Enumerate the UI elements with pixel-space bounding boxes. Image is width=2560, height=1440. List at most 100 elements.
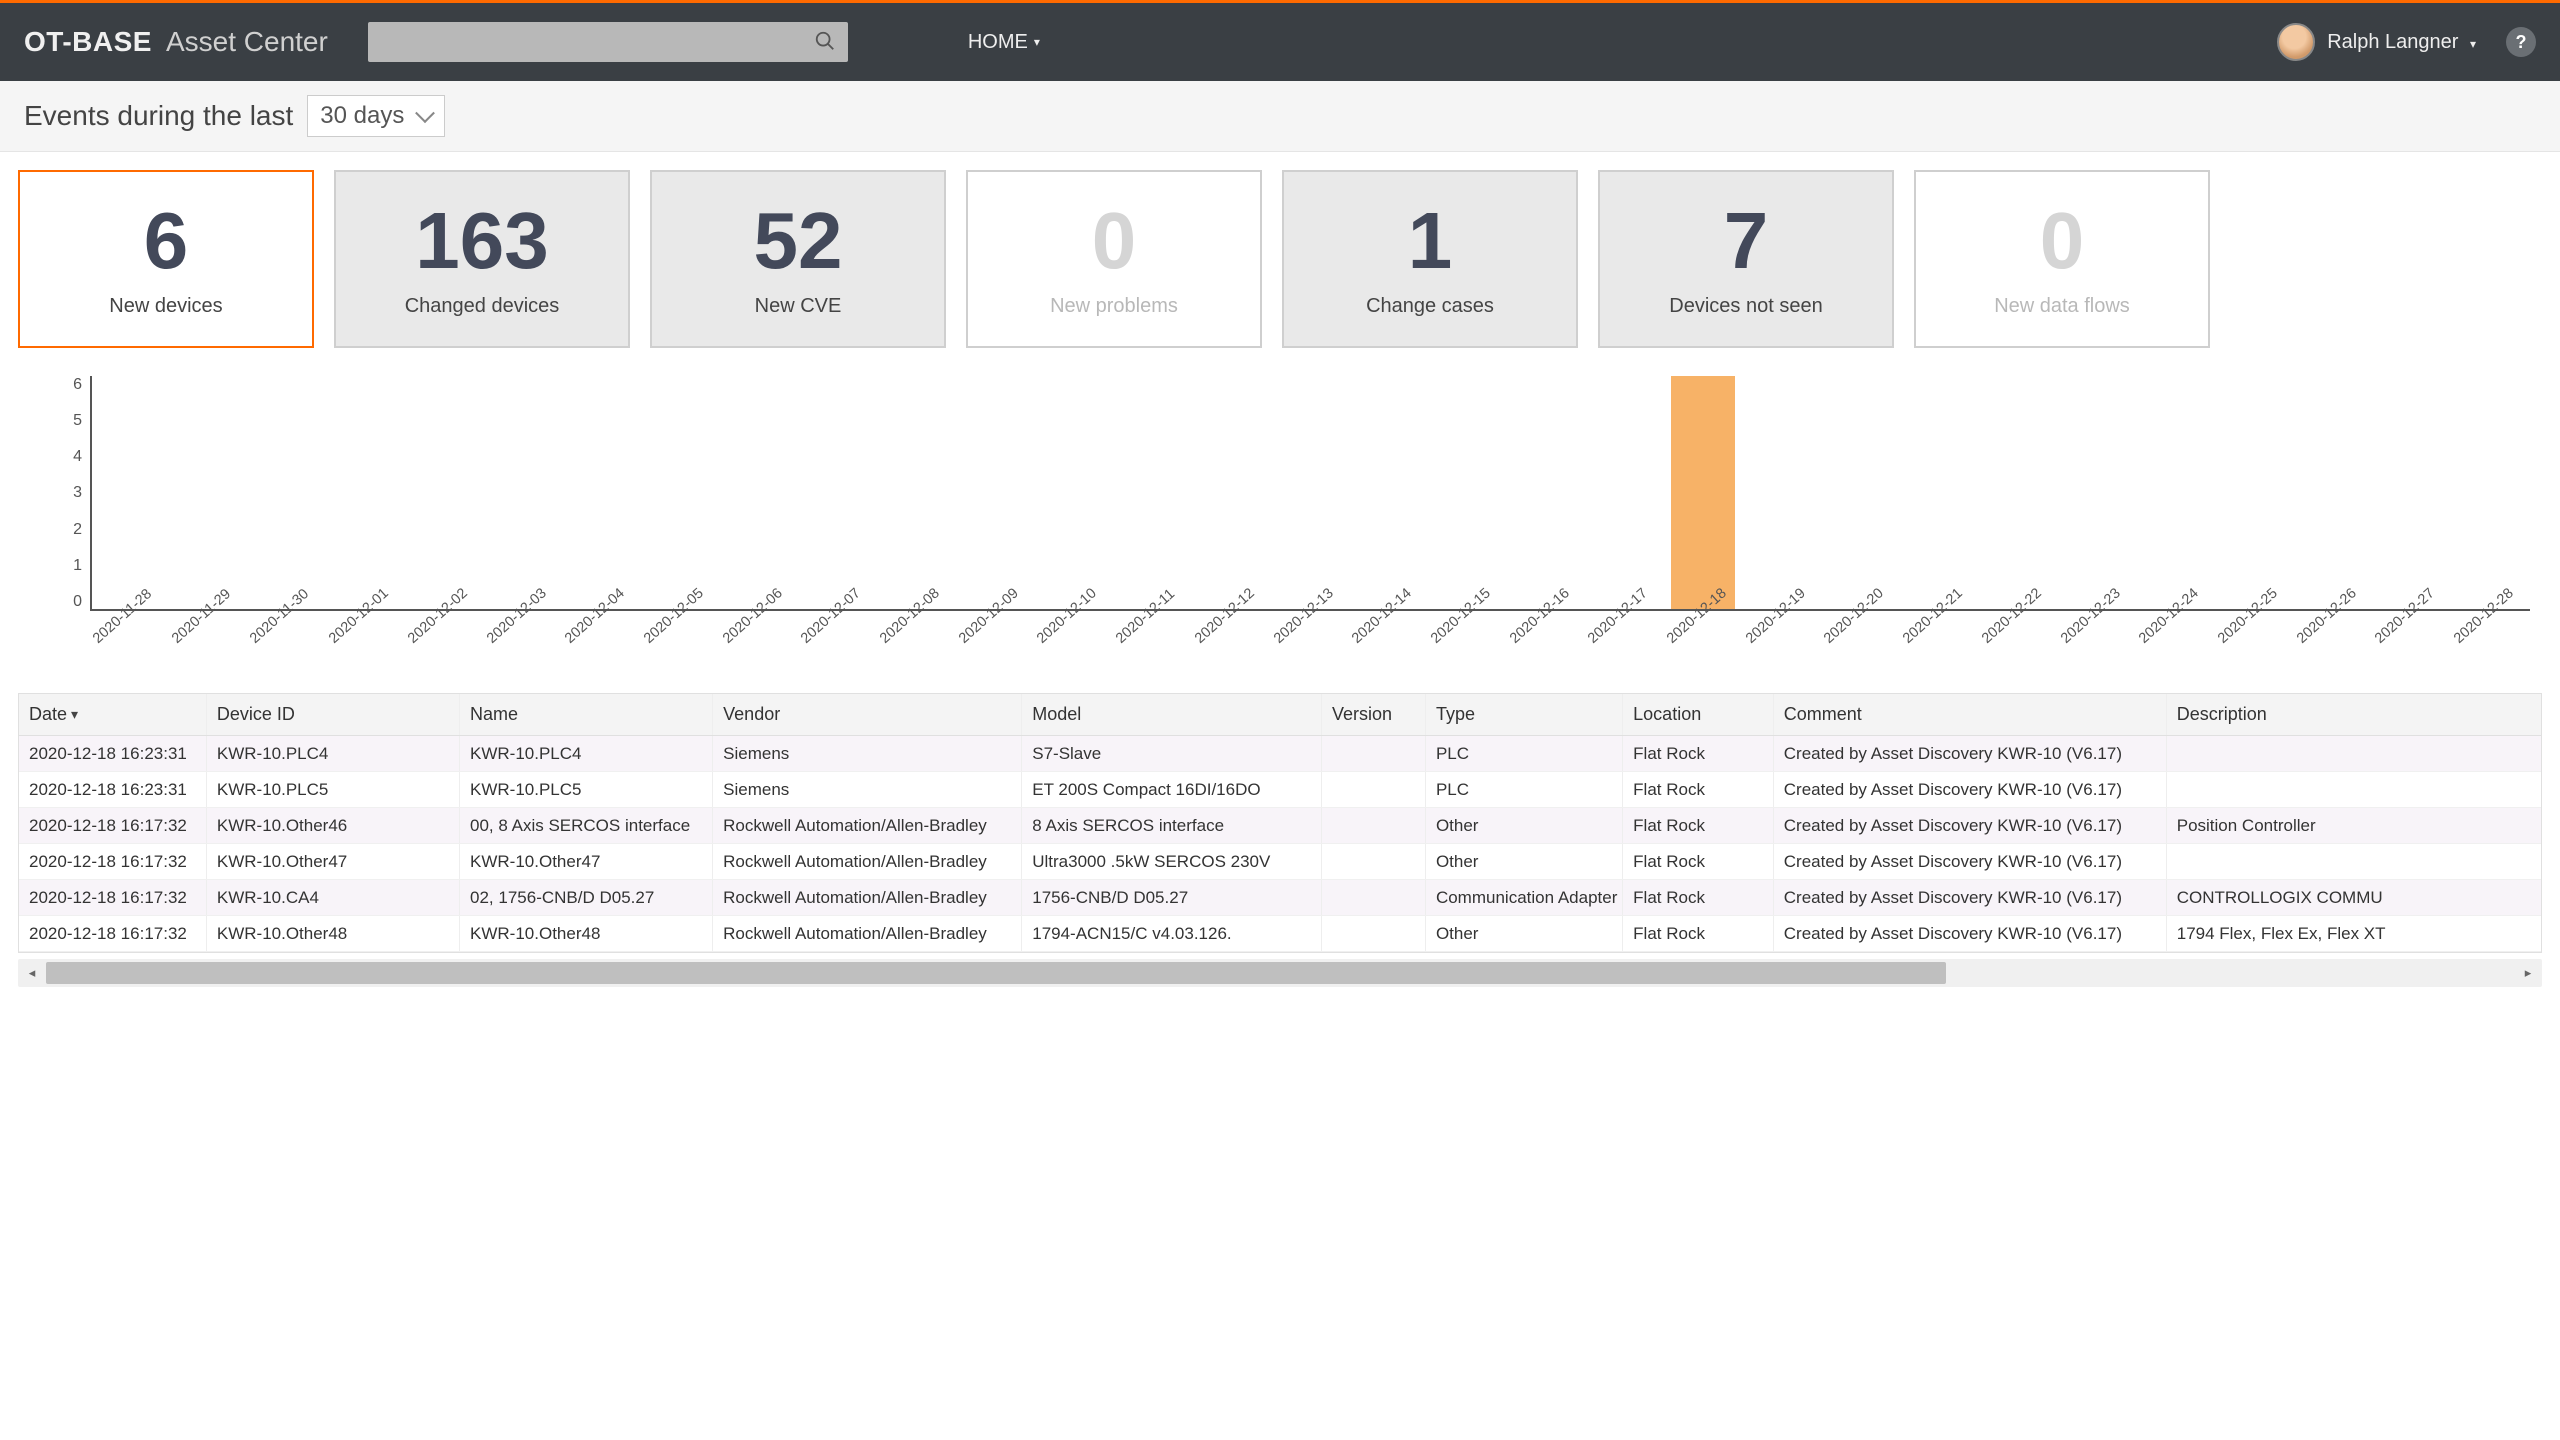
table-row[interactable]: 2020-12-18 16:17:32KWR-10.CA402, 1756-CN… <box>19 880 2541 916</box>
help-icon[interactable]: ? <box>2506 27 2536 57</box>
search-icon[interactable] <box>814 30 838 55</box>
search-input[interactable] <box>368 33 814 51</box>
cell-model: 1794-ACN15/C v4.03.126. <box>1022 916 1322 951</box>
page-title: Events during the last <box>24 100 293 132</box>
cell-date: 2020-12-18 16:17:32 <box>19 844 207 879</box>
table-row[interactable]: 2020-12-18 16:17:32KWR-10.Other4600, 8 A… <box>19 808 2541 844</box>
search-input-wrap[interactable] <box>368 22 848 62</box>
events-table: DateDevice IDNameVendorModelVersionTypeL… <box>18 693 2542 953</box>
cell-vendor: Rockwell Automation/Allen-Bradley <box>713 808 1022 843</box>
col-device-id[interactable]: Device ID <box>207 694 460 735</box>
cell-comment: Created by Asset Discovery KWR-10 (V6.17… <box>1774 880 2167 915</box>
table-body: 2020-12-18 16:23:31KWR-10.PLC4KWR-10.PLC… <box>19 736 2541 952</box>
tile-change-cases[interactable]: 1 Change cases <box>1282 170 1578 348</box>
tile-new-data-flows[interactable]: 0 New data flows <box>1914 170 2210 348</box>
cell-description: CONTROLLOGIX COMMU <box>2167 880 2541 915</box>
cell-description <box>2167 772 2541 807</box>
avatar <box>2277 23 2315 61</box>
cell-device-id: KWR-10.PLC5 <box>207 772 460 807</box>
table-row[interactable]: 2020-12-18 16:17:32KWR-10.Other48KWR-10.… <box>19 916 2541 952</box>
cell-location: Flat Rock <box>1623 736 1774 771</box>
tile-value: 163 <box>415 201 548 281</box>
tile-value: 1 <box>1408 201 1453 281</box>
cell-device-id: KWR-10.Other48 <box>207 916 460 951</box>
tile-new-devices[interactable]: 6 New devices <box>18 170 314 348</box>
y-tick: 5 <box>73 412 82 430</box>
table-row[interactable]: 2020-12-18 16:23:31KWR-10.PLC4KWR-10.PLC… <box>19 736 2541 772</box>
tile-value: 0 <box>1092 201 1137 281</box>
col-location[interactable]: Location <box>1623 694 1774 735</box>
chart: 6543210 2020-11-282020-11-292020-11-3020… <box>0 356 2560 687</box>
cell-model: 8 Axis SERCOS interface <box>1022 808 1322 843</box>
tile-value: 6 <box>144 201 189 281</box>
cell-type: Communication Adapter <box>1426 880 1623 915</box>
user-menu[interactable]: Ralph Langner ▾ <box>2277 23 2476 61</box>
y-tick: 0 <box>73 593 82 611</box>
tile-devices-not-seen[interactable]: 7 Devices not seen <box>1598 170 1894 348</box>
tile-changed-devices[interactable]: 163 Changed devices <box>334 170 630 348</box>
cell-vendor: Siemens <box>713 736 1022 771</box>
chart-bar[interactable] <box>1671 376 1735 609</box>
scrollbar-thumb[interactable] <box>46 962 1946 984</box>
tile-label: Changed devices <box>405 295 560 318</box>
cell-device-id: KWR-10.Other47 <box>207 844 460 879</box>
tile-label: Change cases <box>1366 295 1494 318</box>
cell-vendor: Siemens <box>713 772 1022 807</box>
range-select-value: 30 days <box>320 102 404 129</box>
chart-y-axis: 6543210 <box>40 376 90 611</box>
cell-type: Other <box>1426 916 1623 951</box>
range-select[interactable]: 30 days <box>307 95 445 137</box>
col-type[interactable]: Type <box>1426 694 1623 735</box>
tile-label: New problems <box>1050 295 1178 318</box>
section-name: Asset Center <box>166 26 328 58</box>
cell-comment: Created by Asset Discovery KWR-10 (V6.17… <box>1774 736 2167 771</box>
cell-version <box>1322 772 1426 807</box>
tile-new-problems[interactable]: 0 New problems <box>966 170 1262 348</box>
table-row[interactable]: 2020-12-18 16:17:32KWR-10.Other47KWR-10.… <box>19 844 2541 880</box>
col-vendor[interactable]: Vendor <box>713 694 1022 735</box>
cell-type: Other <box>1426 844 1623 879</box>
cell-date: 2020-12-18 16:23:31 <box>19 736 207 771</box>
cell-location: Flat Rock <box>1623 844 1774 879</box>
col-version[interactable]: Version <box>1322 694 1426 735</box>
tile-label: New devices <box>109 295 222 318</box>
y-tick: 6 <box>73 376 82 394</box>
cell-name: KWR-10.Other48 <box>460 916 713 951</box>
cell-location: Flat Rock <box>1623 916 1774 951</box>
nav-home[interactable]: HOME ▾ <box>968 31 1040 54</box>
cell-date: 2020-12-18 16:17:32 <box>19 808 207 843</box>
tile-label: New data flows <box>1994 295 2130 318</box>
col-date[interactable]: Date <box>19 694 207 735</box>
col-description[interactable]: Description <box>2167 694 2541 735</box>
cell-comment: Created by Asset Discovery KWR-10 (V6.17… <box>1774 808 2167 843</box>
tile-label: Devices not seen <box>1669 295 1822 318</box>
y-tick: 3 <box>73 484 82 502</box>
cell-date: 2020-12-18 16:23:31 <box>19 772 207 807</box>
cell-version <box>1322 844 1426 879</box>
cell-device-id: KWR-10.Other46 <box>207 808 460 843</box>
horizontal-scrollbar[interactable]: ◂ ▸ <box>18 959 2542 987</box>
cell-name: 02, 1756-CNB/D D05.27 <box>460 880 713 915</box>
cell-version <box>1322 736 1426 771</box>
cell-vendor: Rockwell Automation/Allen-Bradley <box>713 916 1022 951</box>
col-comment[interactable]: Comment <box>1774 694 2167 735</box>
scroll-right-icon[interactable]: ▸ <box>2514 959 2542 987</box>
cell-location: Flat Rock <box>1623 772 1774 807</box>
cell-version <box>1322 808 1426 843</box>
brand-name: OT-BASE <box>24 26 152 58</box>
cell-version <box>1322 880 1426 915</box>
cell-model: S7-Slave <box>1022 736 1322 771</box>
tile-new-cve[interactable]: 52 New CVE <box>650 170 946 348</box>
y-tick: 1 <box>73 557 82 575</box>
cell-vendor: Rockwell Automation/Allen-Bradley <box>713 880 1022 915</box>
tile-value: 0 <box>2040 201 2085 281</box>
cell-location: Flat Rock <box>1623 808 1774 843</box>
cell-date: 2020-12-18 16:17:32 <box>19 880 207 915</box>
cell-name: KWR-10.Other47 <box>460 844 713 879</box>
col-name[interactable]: Name <box>460 694 713 735</box>
table-row[interactable]: 2020-12-18 16:23:31KWR-10.PLC5KWR-10.PLC… <box>19 772 2541 808</box>
cell-type: Other <box>1426 808 1623 843</box>
col-model[interactable]: Model <box>1022 694 1322 735</box>
scroll-left-icon[interactable]: ◂ <box>18 959 46 987</box>
cell-location: Flat Rock <box>1623 880 1774 915</box>
